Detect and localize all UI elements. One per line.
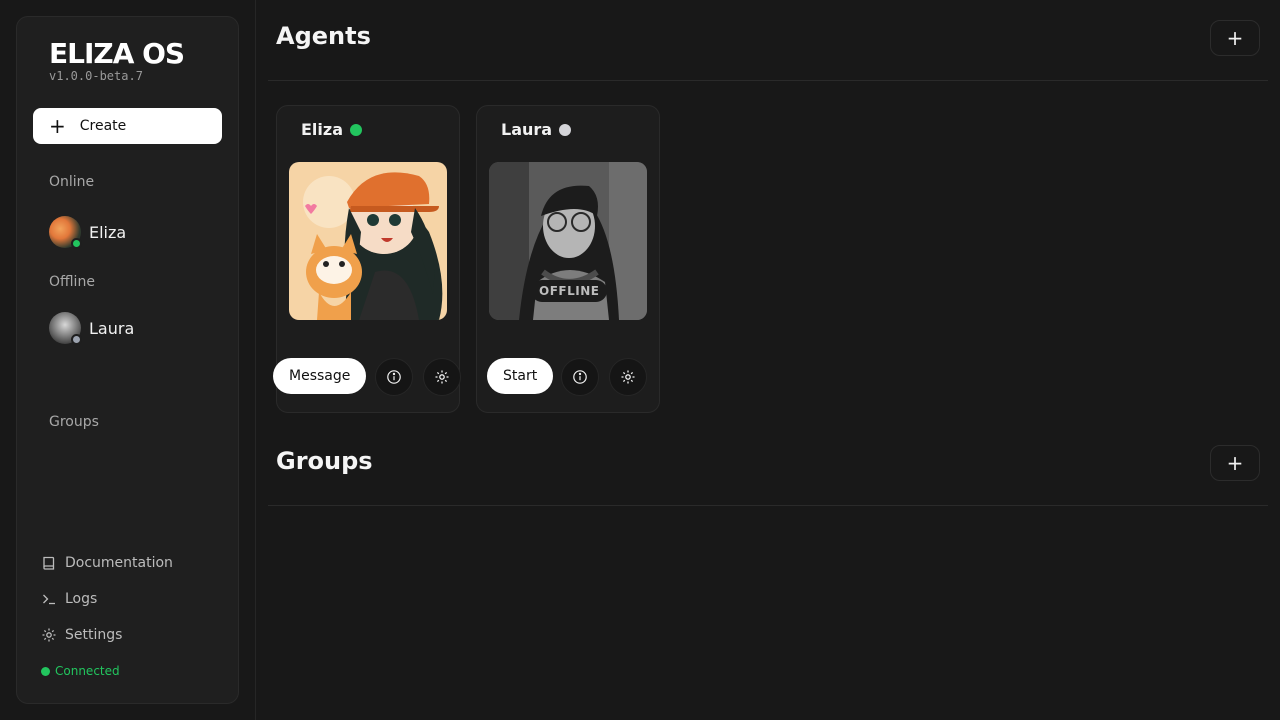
groups-section-label: Groups: [49, 414, 99, 430]
agent-card-eliza[interactable]: Eliza Message: [273, 105, 461, 413]
offline-section-label: Offline: [49, 274, 95, 290]
nav-logs-label: Logs: [65, 591, 98, 607]
groups-title: Groups: [276, 447, 373, 475]
agents-divider: [268, 80, 1268, 81]
terminal-icon: [43, 594, 55, 605]
sidebar-agent-name: Eliza: [89, 222, 127, 242]
book-icon: [43, 556, 55, 570]
sidebar-agent-name: Laura: [89, 318, 135, 338]
offline-status-dot: [559, 123, 572, 136]
card-name: Laura: [501, 120, 572, 139]
create-button[interactable]: + Create: [33, 108, 222, 144]
offline-status-dot: [71, 334, 82, 345]
agent-settings-button[interactable]: [609, 358, 647, 396]
gear-icon: [435, 370, 449, 384]
agent-info-button[interactable]: [561, 358, 599, 396]
create-label: Create: [79, 118, 127, 134]
avatar: [49, 312, 82, 345]
info-icon: [387, 370, 401, 384]
card-agent-name: Laura: [501, 120, 553, 139]
sidebar: ELIZA OS v1.0.0-beta.7 + Create Online E…: [16, 16, 239, 704]
message-button[interactable]: Message: [273, 358, 367, 394]
sidebar-agent-eliza[interactable]: Eliza: [49, 215, 126, 249]
nav-settings-label: Settings: [65, 627, 123, 643]
connection-status: Connected: [41, 664, 120, 678]
agents-title: Agents: [276, 22, 371, 50]
plus-icon: +: [49, 114, 66, 138]
sidebar-agent-laura[interactable]: Laura: [49, 311, 134, 345]
version-label: v1.0.0-beta.7: [49, 69, 143, 83]
nav-documentation[interactable]: Documentation: [41, 555, 173, 571]
online-section-label: Online: [49, 174, 95, 190]
connected-dot: [41, 666, 50, 676]
add-group-button[interactable]: +: [1210, 445, 1260, 481]
agent-settings-button[interactable]: [423, 358, 461, 396]
groups-divider: [268, 505, 1268, 506]
card-agent-name: Eliza: [301, 120, 344, 139]
connection-status-label: Connected: [55, 664, 120, 678]
online-status-dot: [71, 238, 82, 249]
gear-icon: [621, 370, 635, 384]
logo-text: ELIZA OS: [49, 37, 185, 70]
start-button[interactable]: Start: [487, 358, 554, 394]
nav-settings[interactable]: Settings: [41, 627, 122, 643]
vertical-divider: [255, 0, 256, 720]
eliza-illustration: [289, 162, 447, 320]
agent-image-eliza: [289, 162, 447, 320]
nav-documentation-label: Documentation: [65, 555, 173, 571]
agent-info-button[interactable]: [375, 358, 413, 396]
info-icon: [573, 370, 587, 384]
card-name: Eliza: [301, 120, 363, 139]
agent-image-laura: OFFLINE: [489, 162, 647, 320]
gear-icon: [42, 628, 56, 642]
online-status-dot: [350, 123, 363, 136]
offline-badge: OFFLINE: [531, 280, 608, 302]
logo[interactable]: ELIZA OS v1.0.0-beta.7: [49, 37, 185, 84]
avatar: [49, 216, 82, 249]
add-agent-button[interactable]: +: [1210, 20, 1260, 56]
nav-logs[interactable]: Logs: [41, 591, 97, 607]
agent-card-laura[interactable]: Laura OFFLINE Start: [476, 105, 660, 413]
